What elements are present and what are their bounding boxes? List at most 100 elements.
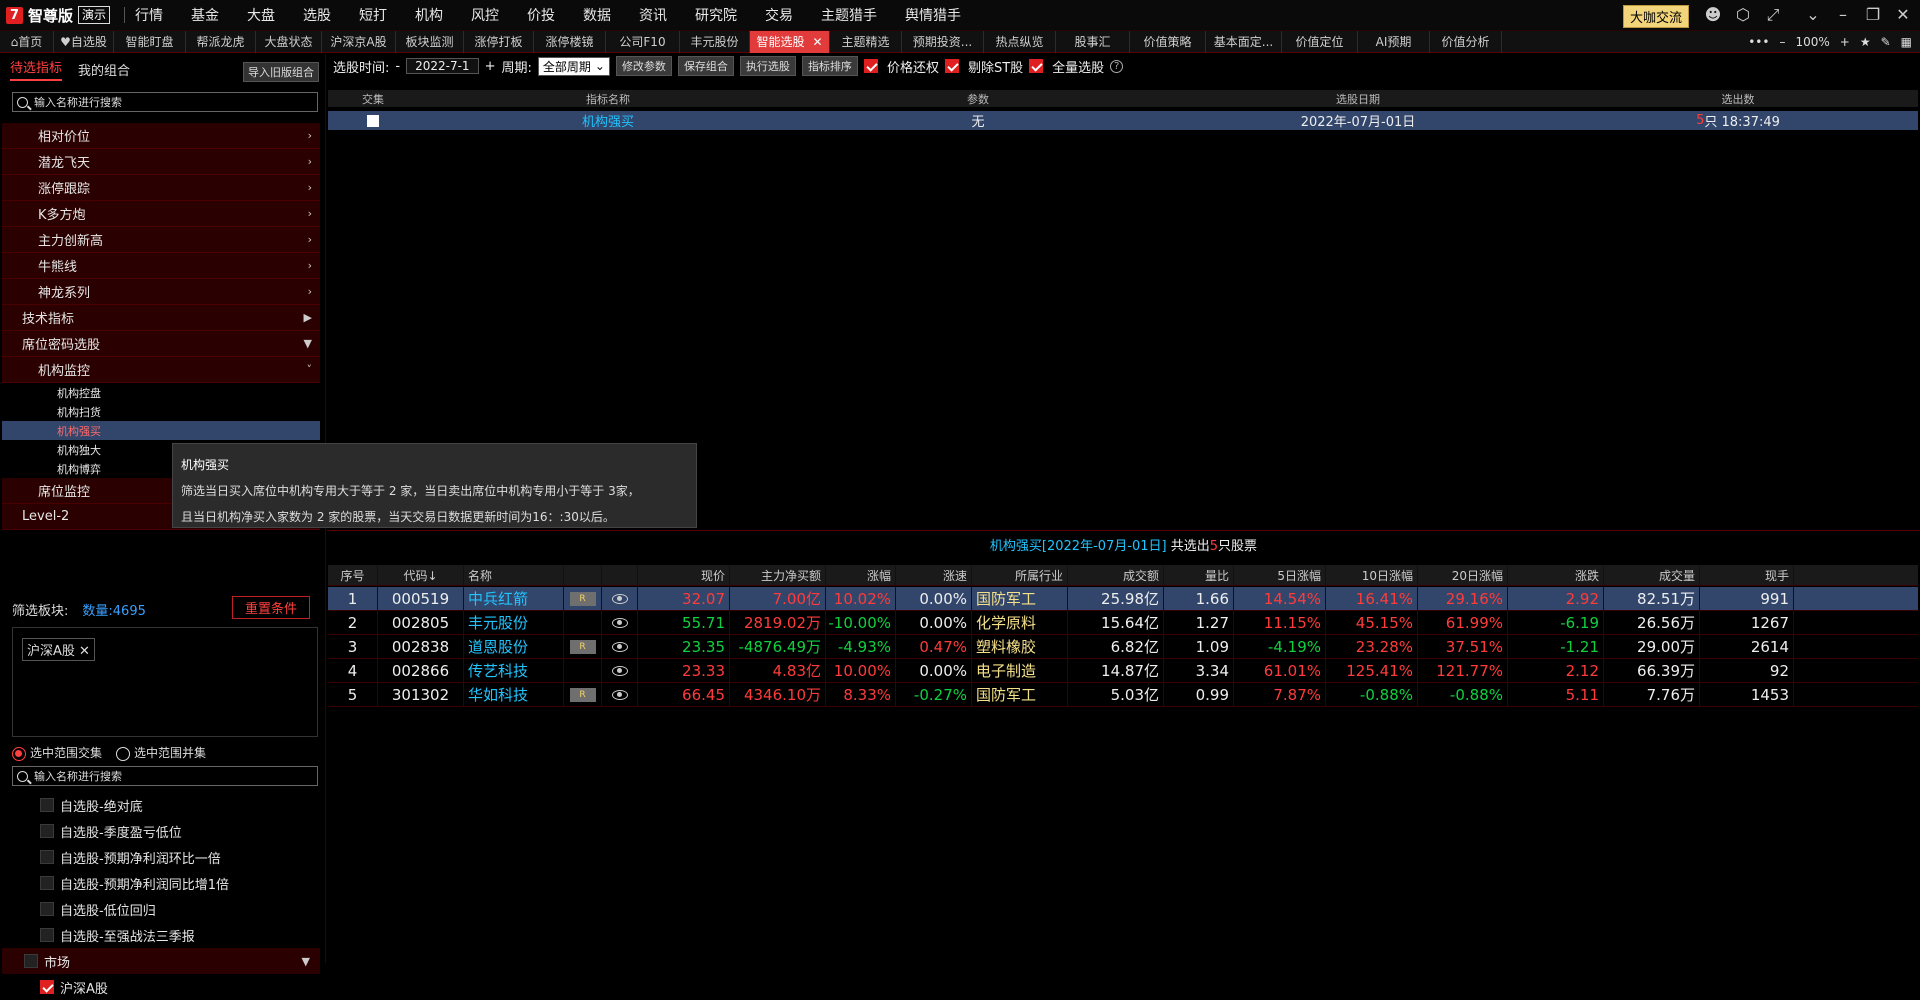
cell-r[interactable]: R [564,635,602,658]
import-old-portfolio-button[interactable]: 导入旧版组合 [243,62,319,82]
menu-item[interactable]: 数据 [583,5,611,25]
cell-r[interactable] [564,659,602,682]
checkbox-checked-icon[interactable] [40,980,54,994]
tab-item[interactable]: 丰元股份 [680,30,750,53]
r-badge-icon[interactable]: R [569,687,596,702]
tree-item[interactable]: 主力创新高 › [2,227,320,253]
result-header-cell[interactable]: 10日涨幅 [1326,565,1418,585]
more-icon[interactable]: ••• [1748,35,1769,49]
zoom-out-icon[interactable]: – [1779,35,1785,49]
tab-item[interactable]: ⌂ 首页 [0,30,54,53]
tree-item[interactable]: 相对价位 › [2,123,320,149]
menu-item[interactable]: 主题猎手 [821,5,877,25]
date-decrement[interactable]: - [395,59,400,74]
checkbox-icon[interactable] [40,824,54,838]
checklist-item[interactable]: 自选股-预期净利润环比一倍 [2,844,320,870]
cell-eye[interactable] [602,683,638,706]
tab-item[interactable]: 涨停打板 [464,30,534,53]
menu-item[interactable]: 价投 [527,5,555,25]
tab-close-icon[interactable]: ✕ [812,35,822,49]
checkbox-icon[interactable] [40,850,54,864]
result-header-cell[interactable]: 现手 [1700,565,1794,585]
tab-my-portfolio[interactable]: 我的组合 [78,60,130,79]
eye-icon[interactable] [611,593,628,604]
result-header-cell[interactable]: 20日涨幅 [1418,565,1508,585]
tab-item[interactable]: 主题精选 [830,30,902,53]
tab-item[interactable]: 热点纵览 [984,30,1056,53]
reset-button[interactable]: 重置条件 [231,596,310,619]
tab-item[interactable]: 公司F10 [606,30,680,53]
menu-item[interactable]: 大盘 [247,5,275,25]
criteria-checkbox-cell[interactable] [328,114,418,127]
criteria-row[interactable]: 机构强买 无 2022年-07月-01日 5只 18:37:49 [328,111,1918,130]
tab-item[interactable]: AI预期 [1358,30,1430,53]
checklist-item[interactable]: 自选股-低位回归 [2,896,320,922]
criteria-header-cell[interactable]: 交集 [328,90,418,107]
tree-item[interactable]: 涨停跟踪 › [2,175,320,201]
checklist-item[interactable]: 自选股-预期净利润同比增1倍 [2,870,320,896]
user-icon[interactable]: ☻ [1702,5,1724,24]
chip-close-icon[interactable]: ✕ [79,644,90,659]
criteria-header-cell[interactable]: 选股日期 [1158,90,1558,107]
result-header-cell[interactable] [602,565,638,585]
eye-icon[interactable] [611,689,628,700]
tab-item[interactable]: 价值定位 [1282,30,1358,53]
modify-params-button[interactable]: 修改参数 [615,56,672,76]
checkbox-icon[interactable] [24,954,38,968]
criteria-header-cell[interactable]: 选出数 [1558,90,1918,107]
cell-eye[interactable] [602,611,638,634]
result-header-cell[interactable]: 代码↓ [378,565,464,585]
result-header-cell[interactable]: 现价 [638,565,730,585]
period-select[interactable]: 全部周期 ⌄ [537,56,610,76]
result-header-cell[interactable]: 量比 [1164,565,1234,585]
dakai-button[interactable]: 大咖交流 [1623,5,1690,28]
result-header-cell[interactable]: 成交额 [1068,565,1164,585]
table-row[interactable]: 2 002805 丰元股份 55.71 2819.02万 -10.00% 0.00% 化学原料… [328,611,1918,635]
cell-r[interactable]: R [564,683,602,706]
tab-item[interactable]: 板块监测 [396,30,464,53]
maximize-icon[interactable]: ❐ [1862,5,1884,24]
checkbox-icon[interactable] [367,114,379,127]
eye-icon[interactable] [611,665,628,676]
checkbox-icon[interactable] [40,798,54,812]
tab-item[interactable]: 智能选股 ✕ [750,30,830,53]
table-row[interactable]: 3 002838 道恩股份 R 23.35 -4876.49万 -4.93% 0.47% 塑料橡… [328,635,1918,659]
result-header-cell[interactable]: 涨跌 [1508,565,1604,585]
result-header-cell[interactable]: 主力净买额 [730,565,826,585]
restore-arrows-icon[interactable]: ⤢ [1762,5,1784,25]
result-header-cell[interactable]: 涨速 [896,565,972,585]
tab-item[interactable]: 大盘状态 [256,30,322,53]
sort-indicators-button[interactable]: 指标排序 [801,56,858,76]
criteria-header-cell[interactable]: 指标名称 [418,90,798,107]
result-header-cell[interactable]: 序号 [328,565,378,585]
market-group[interactable]: 市场 ▼ [2,948,320,974]
result-header-cell[interactable]: 涨幅 [826,565,896,585]
cell-eye[interactable] [602,635,638,658]
r-badge-icon[interactable]: R [569,591,596,606]
tab-item[interactable]: 智能盯盘 [114,30,186,53]
edit-icon[interactable]: ✎ [1881,35,1891,49]
menu-item[interactable]: 研究院 [695,5,737,25]
tree-item[interactable]: 技术指标 ▶ [2,305,320,331]
tree-item[interactable]: 潜龙飞天 › [2,149,320,175]
tab-item[interactable]: 涨停楼镜 [534,30,606,53]
checkbox-icon[interactable] [40,902,54,916]
table-row[interactable]: 4 002866 传艺科技 23.33 4.83亿 10.00% 0.00% 电子制造 14.8… [328,659,1918,683]
menu-item[interactable]: 行情 [135,5,163,25]
result-header-cell[interactable] [564,565,602,585]
minimize-icon[interactable]: – [1832,5,1854,24]
checklist-item[interactable]: 自选股-季度盈亏低位 [2,818,320,844]
chevron-down-icon[interactable]: ⌄ [1802,5,1824,24]
grid-icon[interactable]: ▦ [1901,35,1912,49]
market-child[interactable]: 沪深A股 [2,974,320,1000]
full-pick-checkbox[interactable]: 全量选股 [1029,57,1104,76]
sector-chip[interactable]: 沪深A股 ✕ [22,638,95,661]
tab-item[interactable]: ♥ 自选股 [54,30,114,53]
tree-leaf[interactable]: 机构扫货 [2,402,320,421]
tree-item[interactable]: 机构监控 ˅ [2,357,320,383]
date-input[interactable]: 2022-7-1 [406,58,479,74]
eye-icon[interactable] [611,617,628,628]
execute-pick-button[interactable]: 执行选股 [739,56,796,76]
checklist-item[interactable]: 自选股-绝对底 [2,792,320,818]
tab-indicators[interactable]: 待选指标 [10,57,63,81]
